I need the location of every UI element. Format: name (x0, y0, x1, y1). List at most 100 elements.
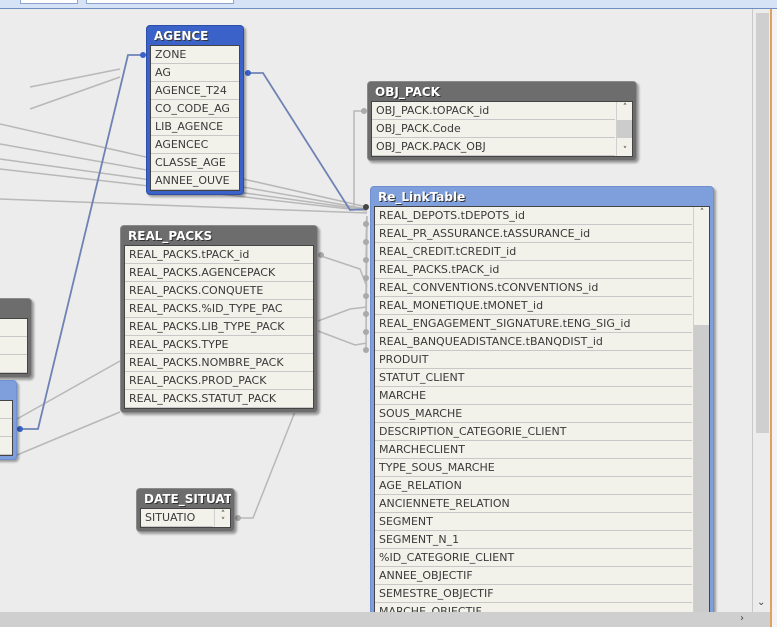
field-row[interactable] (0, 401, 12, 419)
field-list: REAL_PACKS.tPACK_id REAL_PACKS.AGENCEPACK… (124, 245, 314, 409)
scroll-down-arrow-icon[interactable]: ⌄ (757, 597, 765, 608)
table-real-packs[interactable]: REAL_PACKS REAL_PACKS.tPACK_id REAL_PACKS.… (120, 225, 318, 413)
field-row[interactable]: REAL_DEPOTS.tDEPOTS_id (375, 207, 692, 225)
field-row[interactable]: TYPE_SOUS_MARCHE (375, 459, 692, 477)
link-dot (363, 257, 369, 263)
field-row[interactable]: %ID_CATEGORIE_CLIENT (375, 549, 692, 567)
link-dot (363, 311, 369, 317)
field-row[interactable]: REAL_MONETIQUE.tMONET_id (375, 297, 692, 315)
field-row[interactable]: REAL_PACKS.PROD_PACK (125, 372, 313, 390)
field-row[interactable]: LIB_AGENCE (151, 118, 239, 136)
vertical-scrollbar[interactable]: ⌄ (752, 9, 770, 612)
scrollbar-thumb[interactable] (756, 13, 769, 433)
toolbar (0, 0, 777, 9)
field-row[interactable]: OBJ_PACK.Code (372, 120, 615, 138)
horizontal-scrollbar[interactable]: › (0, 612, 770, 627)
scroll-up-icon[interactable]: ˄ (617, 103, 632, 113)
field-row[interactable]: SITUATIO (141, 509, 213, 527)
field-row[interactable]: REAL_PACKS.CONQUETE (125, 282, 313, 300)
table-title[interactable]: REAL_PACKS (124, 226, 314, 245)
scroll-up-icon[interactable]: ˄ (694, 208, 709, 218)
link-line (317, 306, 368, 322)
field-row[interactable]: REAL_PACKS.TYPE (125, 336, 313, 354)
scroll-right-arrow-icon[interactable]: › (740, 613, 744, 624)
field-row[interactable]: REAL_PACKS.STATUT_PACK (125, 390, 313, 408)
table-title[interactable] (0, 299, 28, 318)
link-dot (363, 275, 369, 281)
table-title[interactable] (0, 381, 13, 400)
field-row[interactable]: AG (151, 64, 239, 82)
link-line (16, 411, 121, 456)
table-agence[interactable]: AGENCE ZONE AG AGENCE_T24 CO_CODE_AG LIB_AGEN… (146, 25, 244, 195)
field-row[interactable]: MARCHE (375, 387, 692, 405)
field-row[interactable]: REAL_CONVENTIONS.tCONVENTIONS_id (375, 279, 692, 297)
scroll-down-icon[interactable]: ˅ (215, 517, 230, 527)
field-row[interactable]: REAL_PACKS.%ID_TYPE_PAC (125, 300, 313, 318)
field-row[interactable]: DESCRIPTION_CATEGORIE_CLIENT (375, 423, 692, 441)
field-row[interactable]: OBJ_PACK.tOPACK_id (372, 102, 615, 120)
field-row[interactable]: REAL_PACKS.AGENCEPACK (125, 264, 313, 282)
field-row[interactable]: STATUT_CLIENT (375, 369, 692, 387)
table-title[interactable]: AGENCE (150, 26, 240, 45)
field-list (0, 400, 13, 456)
table-title[interactable]: OBJ_PACK (371, 82, 633, 101)
table-scrollbar[interactable]: ˄ (693, 207, 709, 612)
field-row[interactable]: ON (0, 355, 27, 373)
table-scrollbar[interactable]: ˄ ˅ (616, 102, 632, 156)
field-row[interactable]: REAL_PACKS.LIB_TYPE_PACK (125, 318, 313, 336)
field-row[interactable]: SOUS_MARCHE (375, 405, 692, 423)
link-dot (17, 426, 23, 432)
field-row[interactable]: MARCHECLIENT (375, 441, 692, 459)
field-row[interactable]: OBJ_PACK.PACK_OBJ (372, 138, 615, 156)
toolbar-field[interactable] (20, 0, 78, 4)
field-row[interactable]: ZONE (151, 46, 239, 64)
table-date-situati[interactable]: DATE_SITUATI SITUATIO ˄ ˅ (136, 488, 235, 532)
field-row[interactable] (0, 319, 27, 337)
table-title[interactable]: Re_LinkTable (374, 187, 710, 206)
table-title[interactable]: DATE_SITUATI (140, 489, 231, 508)
link-dot (363, 239, 369, 245)
field-row[interactable]: REAL_PACKS.NOMBRE_PACK (125, 354, 313, 372)
link-dot (363, 293, 369, 299)
link-line (29, 68, 121, 88)
field-row[interactable]: ANNEE_OBJECTIF (375, 567, 692, 585)
field-row[interactable]: REAL_PACKS.tPACK_id (375, 261, 692, 279)
scrollbar-thumb[interactable] (617, 120, 632, 138)
table-obj-pack[interactable]: OBJ_PACK OBJ_PACK.tOPACK_id OBJ_PACK.Code O… (367, 81, 637, 161)
toolbar-field[interactable] (86, 0, 234, 4)
field-row[interactable]: REAL_ENGAGEMENT_SIGNATURE.tENG_SIG_id (375, 315, 692, 333)
field-row[interactable] (0, 437, 12, 455)
link-dot (363, 221, 369, 227)
field-row[interactable]: SEGMENT_N_1 (375, 531, 692, 549)
link-dot (235, 515, 241, 521)
table-partial-left[interactable]: ON (0, 298, 32, 378)
field-row[interactable]: REAL_PR_ASSURANCE.tASSURANCE_id (375, 225, 692, 243)
field-list: ZONE AG AGENCE_T24 CO_CODE_AG LIB_AGENCE AGEN… (150, 45, 240, 191)
field-row[interactable]: REAL_BANQUEADISTANCE.tBANQDIST_id (375, 333, 692, 351)
field-row[interactable]: MARCHE_OBJECTIF (375, 603, 692, 612)
field-row[interactable]: ANCIENNETE_RELATION (375, 495, 692, 513)
link-dot (245, 70, 251, 76)
scroll-down-icon[interactable]: ˅ (617, 146, 632, 156)
field-row[interactable]: CO_CODE_AG (151, 100, 239, 118)
table-partial-left-selected[interactable] (0, 380, 17, 460)
table-re-linktable[interactable]: Re_LinkTable REAL_DEPOTS.tDEPOTS_id REAL_P… (370, 186, 714, 612)
field-row[interactable]: AGENCEC (151, 136, 239, 154)
scrollbar-thumb[interactable] (694, 325, 709, 612)
link-line (16, 360, 121, 420)
field-row[interactable] (0, 419, 12, 437)
table-viewer-canvas: AGENCE ZONE AG AGENCE_T24 CO_CODE_AG LIB_AGEN… (0, 9, 752, 612)
field-row[interactable]: PRODUIT (375, 351, 692, 369)
field-row[interactable]: SEMESTRE_OBJECTIF (375, 585, 692, 603)
field-row[interactable]: AGE_RELATION (375, 477, 692, 495)
field-row[interactable]: REAL_CREDIT.tCREDIT_id (375, 243, 692, 261)
field-list: REAL_DEPOTS.tDEPOTS_id REAL_PR_ASSURANCE.… (374, 206, 710, 612)
field-row[interactable]: CLASSE_AGE (151, 154, 239, 172)
field-row[interactable]: REAL_PACKS.tPACK_id (125, 246, 313, 264)
link-dot (363, 329, 369, 335)
table-scrollbar[interactable]: ˄ ˅ (214, 509, 230, 527)
field-row[interactable]: SEGMENT (375, 513, 692, 531)
field-row[interactable] (0, 337, 27, 355)
field-row[interactable]: AGENCE_T24 (151, 82, 239, 100)
field-row[interactable]: ANNEE_OUVE (151, 172, 239, 190)
